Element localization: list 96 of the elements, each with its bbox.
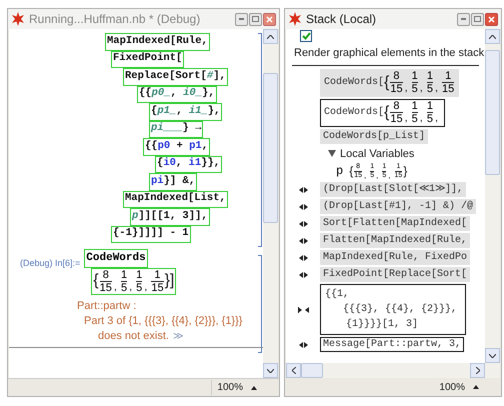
vertical-scrollbar[interactable] [263,29,278,378]
code-text: {1}}}}[1, 3] [346,318,418,332]
maximize-button[interactable] [471,12,484,26]
stack-frame[interactable]: Sort[Flatten[MapIndexed[ [320,216,470,231]
zoom-level[interactable]: 100% [211,380,243,395]
zoom-level[interactable]: 100% [434,380,465,394]
variable-name: p [336,163,344,180]
scroll-left-button[interactable] [286,363,301,378]
close-icon [266,16,273,22]
expand-arrows-icon[interactable] [298,238,308,244]
comma: , [434,112,438,125]
message-name: Part::partw : [77,298,136,314]
stack-frame[interactable]: Flatten[MapIndexed[Rule, [320,233,470,248]
collapse-arrows-icon[interactable] [298,306,308,312]
scroll-up-button[interactable] [263,29,278,44]
code-text: CodeWords[ [324,106,384,118]
scroll-down-button[interactable] [485,348,500,363]
fraction: 1 5 [120,268,128,294]
close-icon [488,16,495,22]
app-icon [288,12,302,26]
comma: , [129,280,132,294]
fraction: 1 5 [426,100,433,125]
input-label: (Debug) In[6]:= [20,257,80,270]
expand-arrows-icon[interactable] [298,220,308,226]
brace: { [93,271,99,291]
comma: , [114,280,117,294]
comma: , [434,82,438,95]
stack-frame[interactable]: (Drop[Last[Slot[≪1≫]], [320,182,466,197]
code-text: {{1, [325,288,350,302]
message-text: Part 3 of {1, {{{3}, {{4}, {2}}}, {1}}} [84,314,242,328]
fraction: 1 5 [412,100,418,125]
expanded-triangle-icon[interactable] [328,150,336,158]
comma: , [376,170,378,180]
comma: , [388,170,391,180]
brace: { [384,72,390,92]
scrollbar-thumb[interactable] [301,363,323,378]
scrollbar-thumb[interactable] [485,50,500,175]
fraction: 1 5 [412,70,418,95]
vertical-scrollbar[interactable] [485,29,500,378]
zoom-arrow-icon[interactable] [251,386,257,390]
fraction: 1 15 [151,268,164,294]
caret-right-icon [476,367,480,374]
expand-arrows-icon[interactable] [298,272,308,278]
cell-bracket[interactable] [258,33,262,247]
checkbox[interactable] [300,30,312,42]
scroll-up-button[interactable] [485,29,500,44]
fraction: 8 15 [390,70,403,95]
close-button[interactable] [263,12,276,26]
window-title: Running...Huffman.nb * (Debug) [29,11,202,28]
maximize-button[interactable] [249,12,262,26]
cell-bracket[interactable] [258,255,262,353]
minimize-button[interactable] [457,12,470,26]
comma: , [364,170,366,180]
brace: }] [164,271,174,291]
expand-arrows-icon[interactable] [298,342,308,348]
brace: } [403,163,408,179]
caret-left-icon [292,367,296,374]
caret-up-icon [489,34,496,38]
caret-down-icon [489,354,496,358]
comma: , [420,82,423,95]
stack-frame[interactable]: Message[Part::partw, 3, [320,337,464,352]
stack-frame[interactable]: MapIndexed[Rule, FixedPo [320,250,470,265]
code-text: CodeWords[ [324,76,384,88]
close-button[interactable] [485,12,498,26]
stack-frame[interactable]: {{1, {{{3}, {{4}, {2}}}, {1}}}}[1, 3] [320,284,466,335]
fraction: 1 5 [136,268,142,294]
scrollbar-thumb[interactable] [263,73,278,223]
code-text: {{{3}, {{4}, {2}}}, [343,302,458,317]
checkbox-label: Render graphical elements in the stack [293,46,485,61]
zoom-arrow-icon[interactable] [473,385,479,389]
comma: , [144,280,148,294]
message-text: does not exist. [98,328,169,344]
comma: , [404,112,408,125]
fraction: 8 15 [100,268,112,294]
comma: , [420,112,423,125]
expand-arrows-icon[interactable] [298,254,308,260]
stack-frame[interactable]: CodeWords[p_List] [320,128,428,144]
window-title: Stack (Local) [306,11,378,28]
app-icon [11,12,25,26]
horizontal-scrollbar[interactable] [286,363,485,378]
section-label: Local Variables [340,146,414,162]
fraction: 8 15 [390,100,403,125]
caret-down-icon [267,368,274,372]
comma: , [404,82,408,95]
fraction: 1 15 [442,70,454,95]
brace: { [384,102,390,122]
scroll-down-button[interactable] [263,363,278,378]
brace: { [349,163,354,179]
minimize-button[interactable] [235,12,248,26]
expand-arrows-icon[interactable] [298,204,308,210]
scroll-right-button[interactable] [470,363,485,378]
expand-arrows-icon[interactable] [298,186,308,192]
caret-up-icon [267,34,274,38]
fraction: 1 5 [426,70,433,95]
stack-frame[interactable]: (Drop[Last[#1], -1] &) /@ [320,199,476,214]
stack-frame[interactable]: FixedPoint[Replace[Sort[ [320,267,470,282]
